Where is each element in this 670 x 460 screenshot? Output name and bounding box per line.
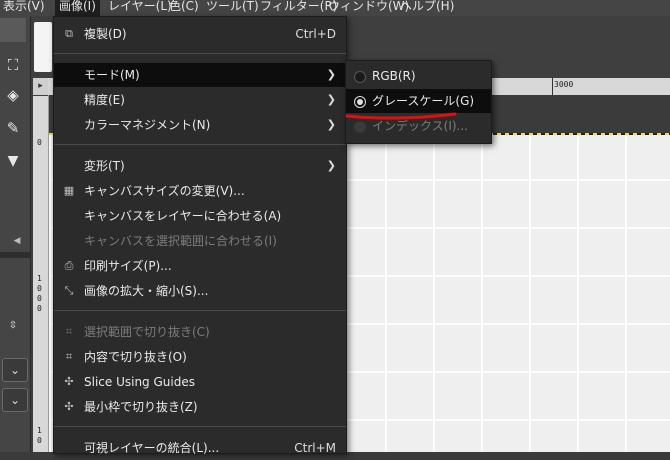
menu-separator [54,310,346,311]
menu-help[interactable]: ヘルプ(H) [400,0,454,16]
chevron-right-icon: ❯ [326,159,336,172]
eraser-tool-icon[interactable]: ◈ [0,86,26,104]
crop-icon: ⌗ [65,325,73,338]
menu-image[interactable]: 画像(I) [55,0,100,16]
menu-separator [54,53,346,54]
menu-separator [54,426,346,427]
menu-tools[interactable]: ツール(T) [206,0,259,16]
chevron-down-icon[interactable]: ⌄ [2,358,28,382]
menu-item-canvas-size[interactable]: ▦ キャンバスサイズの変更(V)... [54,179,346,203]
canvas-size-icon: ▦ [63,184,75,197]
mode-grayscale[interactable]: グレースケール(G) [346,89,491,113]
menu-view[interactable]: 表示(V) [3,0,45,16]
vertical-ruler[interactable]: 0 1 0 0 0 1 0 [33,96,49,452]
menu-item-mode[interactable]: モード(M) ❯ [54,63,346,87]
ruler-label: 0 [37,304,42,313]
menu-layer[interactable]: レイヤー(L) [108,0,172,16]
menu-item-slice-using-guides[interactable]: ✣ Slice Using Guides [54,370,346,394]
menu-item-scale-image[interactable]: ⤡ 画像の拡大・縮小(S)... [54,279,346,303]
menu-separator [54,144,346,145]
collapse-arrow-icon[interactable]: ◀ [10,236,24,246]
ruler-label: 0 [37,294,42,303]
menu-color[interactable]: 色(C) [169,0,199,16]
radio-checked-icon [354,96,366,108]
radio-icon [354,71,366,83]
toolbox: ⛶ ◈ ✎ ▼ ◀ ⇳ ⌄ ⌄ [0,16,31,452]
mode-rgb[interactable]: RGB(R) [346,64,491,88]
image-thumbnail[interactable] [34,22,52,72]
chevron-down-icon[interactable]: ⌄ [2,388,28,412]
ruler-label: 0 [37,138,42,147]
chevron-right-icon: ❯ [326,68,336,81]
mode-indexed[interactable]: インデックス(I)... [346,114,491,138]
menu-item-crop-to-content[interactable]: ⌗ 内容で切り抜き(O) [54,345,346,369]
chevron-right-icon: ❯ [326,118,336,131]
crop-icon: ⌗ [65,350,73,363]
print-icon: ⎙ [64,259,74,272]
menu-item-fit-canvas-to-selection[interactable]: キャンバスを選択範囲に合わせる(I) [54,229,346,253]
menu-item-fit-canvas-to-layers[interactable]: キャンバスをレイヤーに合わせる(A) [54,204,346,228]
tool-more-icon[interactable]: ▼ [0,153,26,169]
ruler-label: 1 [37,274,42,283]
ruler-label: 3000 [554,80,574,89]
menu-item-transform[interactable]: 変形(T) ❯ [54,154,346,178]
zealous-crop-icon: ✣ [64,400,74,413]
menu-windows[interactable]: ウィンドウ(W) [328,0,409,16]
ruler-label: 1 [37,426,42,435]
chevron-right-icon: ❯ [326,93,336,106]
ruler-label: 0 [37,284,42,293]
menu-item-print-size[interactable]: ⎙ 印刷サイズ(P)... [54,254,346,278]
menubar: 表示(V) 画像(I) レイヤー(L) 色(C) ツール(T) フィルター(R)… [0,0,670,16]
menu-item-color-management[interactable]: カラーマネジメント(N) ❯ [54,113,346,137]
crop-tool-icon[interactable]: ⛶ [0,56,26,74]
mode-submenu: RGB(R) グレースケール(G) インデックス(I)... [345,60,492,144]
menu-item-flatten-visible[interactable]: 可視レイヤーの統合(L)... Ctrl+M [54,436,346,460]
eyedropper-tool-icon[interactable]: ✎ [0,119,26,137]
duplicate-icon: ⧉ [65,27,73,40]
tool-slot[interactable] [0,18,26,42]
link-icon[interactable]: ⇳ [6,320,20,331]
radio-icon [354,121,366,133]
menu-item-crop-to-selection[interactable]: ⌗ 選択範囲で切り抜き(C) [54,320,346,344]
menu-filters[interactable]: フィルター(R) [260,0,337,16]
menu-item-precision[interactable]: 精度(E) ❯ [54,88,346,112]
slice-icon: ✣ [64,375,74,388]
image-menu: ⧉ 複製(D) Ctrl+D モード(M) ❯ 精度(E) ❯ カラーマネジメン… [53,16,347,455]
dock-separator [0,252,30,258]
ruler-corner-icon[interactable]: ▸ [33,78,48,95]
ruler-label: 0 [37,436,42,445]
menu-item-duplicate[interactable]: ⧉ 複製(D) Ctrl+D [54,22,346,46]
scale-icon: ⤡ [64,284,74,297]
menu-item-zealous-crop[interactable]: ✣ 最小枠で切り抜き(Z) [54,395,346,419]
